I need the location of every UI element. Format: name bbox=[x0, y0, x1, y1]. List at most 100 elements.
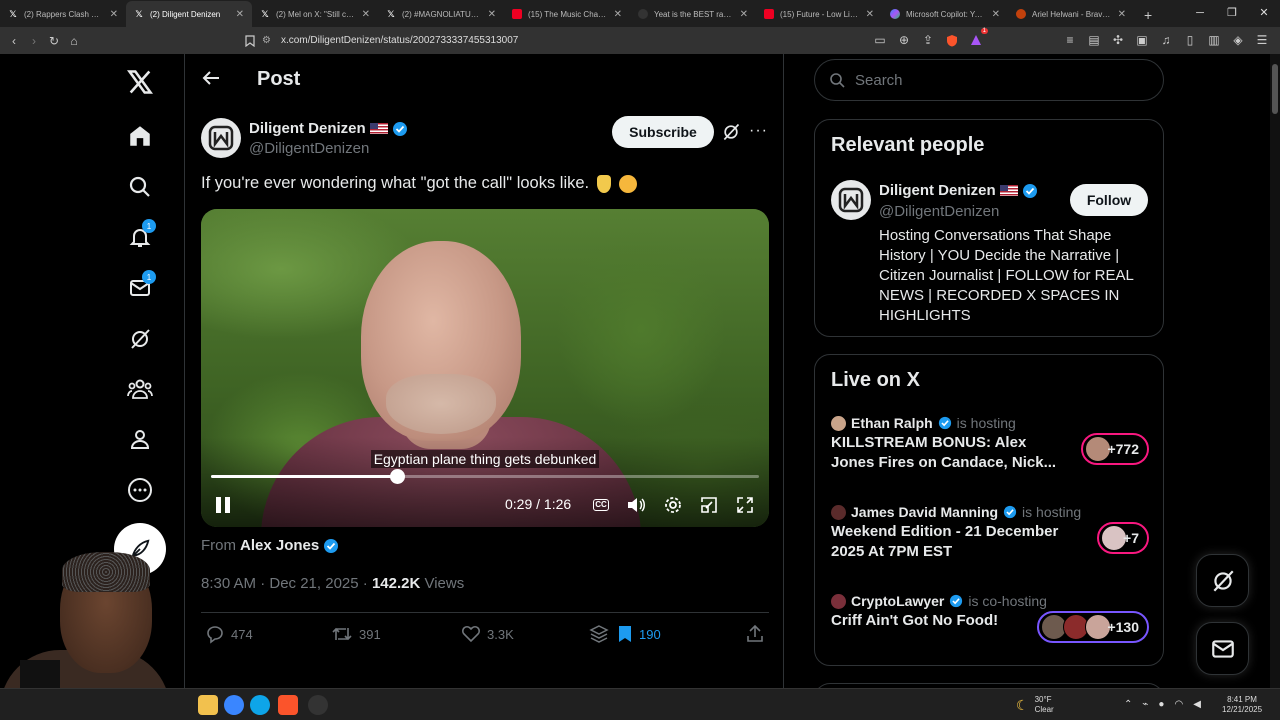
person-handle[interactable]: @DiligentDenizen bbox=[879, 203, 999, 220]
wallet2-icon[interactable]: ▥ bbox=[1204, 30, 1224, 50]
space-title[interactable]: Weekend Edition - 21 December 2025 At 7P… bbox=[831, 522, 1061, 562]
author-name[interactable]: Diligent Denizen bbox=[249, 120, 366, 137]
file-explorer-icon[interactable] bbox=[198, 695, 218, 715]
reload-icon[interactable]: ↻ bbox=[44, 31, 64, 51]
space-title[interactable]: KILLSTREAM BONUS: Alex Jones Fires on Ca… bbox=[831, 433, 1061, 473]
browser-tab[interactable]: Yeat is the BEST rapper in ✕ bbox=[630, 1, 756, 27]
host-name[interactable]: James David Manning bbox=[851, 504, 998, 520]
explore-icon[interactable] bbox=[114, 165, 166, 209]
page-scrollbar[interactable] bbox=[1270, 54, 1280, 688]
subscribe-button[interactable]: Subscribe bbox=[612, 116, 714, 148]
listeners-pill[interactable]: +772 bbox=[1081, 433, 1149, 465]
share-button[interactable] bbox=[745, 624, 765, 644]
video-progress-bar[interactable] bbox=[211, 469, 759, 484]
person-name[interactable]: Diligent Denizen bbox=[879, 182, 996, 199]
close-icon[interactable]: ✕ bbox=[1118, 9, 1126, 20]
pause-icon[interactable] bbox=[215, 497, 231, 513]
follow-button[interactable]: Follow bbox=[1070, 184, 1148, 216]
like-button[interactable]: 3.3K bbox=[461, 624, 514, 644]
scrollbar-thumb[interactable] bbox=[1272, 64, 1278, 114]
browser-tab[interactable]: 𝕏 (2) Mel on X: "Still can't be ✕ bbox=[252, 1, 378, 27]
browser-tab[interactable]: (15) The Music Channel - ✕ bbox=[504, 1, 630, 27]
home-icon[interactable] bbox=[114, 114, 166, 158]
close-icon[interactable]: ✕ bbox=[992, 9, 1000, 20]
close-icon[interactable]: ✕ bbox=[740, 9, 748, 20]
person-name-row[interactable]: Diligent Denizen bbox=[879, 182, 1038, 199]
author-handle[interactable]: @DiligentDenizen bbox=[249, 140, 369, 157]
captions-icon[interactable]: CC bbox=[591, 495, 611, 515]
volume-icon[interactable] bbox=[626, 495, 646, 515]
close-icon[interactable]: ✕ bbox=[236, 9, 244, 20]
extension-icon[interactable]: ▤ bbox=[1084, 30, 1104, 50]
messages-fab-button[interactable] bbox=[1196, 622, 1249, 675]
browser-tab[interactable]: Ariel Helwani - Brave Sear ✕ bbox=[1008, 1, 1134, 27]
brave-icon[interactable] bbox=[278, 695, 298, 715]
edge-icon[interactable] bbox=[224, 695, 244, 715]
browser-tab[interactable]: 𝕏 (2) Rappers Clash Over "F ✕ bbox=[0, 1, 126, 27]
host-name[interactable]: CryptoLawyer bbox=[851, 593, 944, 609]
system-clock[interactable]: 8:41 PM 12/21/2025 bbox=[1222, 695, 1262, 715]
settings-gear-icon[interactable] bbox=[663, 495, 683, 515]
minimize-button[interactable]: ─ bbox=[1184, 0, 1216, 27]
bookmark-page-icon[interactable] bbox=[240, 31, 260, 51]
grok-icon[interactable] bbox=[114, 317, 166, 361]
space-title[interactable]: Criff Ain't Got No Food! bbox=[831, 611, 1061, 631]
new-tab-button[interactable]: + bbox=[1134, 7, 1162, 27]
close-icon[interactable]: ✕ bbox=[866, 9, 874, 20]
grok-fab-button[interactable] bbox=[1196, 554, 1249, 607]
analytics-button[interactable] bbox=[589, 624, 609, 644]
url-text[interactable]: x.com/DiligentDenizen/status/20027333374… bbox=[281, 35, 518, 46]
listeners-pill[interactable]: +130 bbox=[1037, 611, 1149, 643]
avatar[interactable] bbox=[201, 118, 241, 158]
close-icon[interactable]: ✕ bbox=[614, 9, 622, 20]
video-player[interactable]: Egyptian plane thing gets debunked 0:29 … bbox=[201, 209, 769, 527]
notifications-icon[interactable]: 1 bbox=[114, 215, 166, 259]
post-timestamp[interactable]: 8:30 AM · Dec 21, 2025 · bbox=[201, 575, 372, 592]
browser-icon[interactable] bbox=[250, 695, 270, 715]
mic-icon[interactable]: ● bbox=[1158, 699, 1164, 710]
author-name-row[interactable]: Diligent Denizen bbox=[249, 120, 408, 137]
zoom-icon[interactable]: ⊕ bbox=[894, 30, 914, 50]
forward-icon[interactable]: › bbox=[24, 31, 44, 51]
wifi-icon[interactable]: ◠ bbox=[1174, 699, 1183, 710]
vpn-icon[interactable]: ◈ bbox=[1228, 30, 1248, 50]
layers-icon[interactable]: ≡ bbox=[1060, 30, 1080, 50]
reply-button[interactable]: 474 bbox=[205, 624, 253, 644]
browser-tab[interactable]: Microsoft Copilot: Your AI ✕ bbox=[882, 1, 1008, 27]
picture-in-picture-icon[interactable] bbox=[699, 495, 719, 515]
search-input[interactable]: Search bbox=[814, 59, 1164, 101]
repost-button[interactable]: 391 bbox=[331, 624, 381, 644]
grok-icon[interactable] bbox=[721, 122, 741, 147]
network-icon[interactable]: ⌁ bbox=[1142, 699, 1148, 710]
maximize-button[interactable]: ❐ bbox=[1216, 0, 1248, 27]
volume-icon[interactable]: ◀ bbox=[1193, 699, 1201, 710]
menu-icon[interactable]: ☰ bbox=[1252, 30, 1272, 50]
avatar[interactable] bbox=[831, 180, 871, 220]
screen-icon[interactable]: ▭ bbox=[870, 30, 890, 50]
host-name[interactable]: Ethan Ralph bbox=[851, 415, 933, 431]
fullscreen-icon[interactable] bbox=[735, 495, 755, 515]
share-icon[interactable]: ⇪ bbox=[918, 30, 938, 50]
chevron-up-icon[interactable]: ⌃ bbox=[1124, 699, 1132, 710]
more-icon[interactable] bbox=[114, 468, 166, 512]
puzzle-icon[interactable]: ✣ bbox=[1108, 30, 1128, 50]
messages-icon[interactable]: 1 bbox=[114, 266, 166, 310]
close-icon[interactable]: ✕ bbox=[110, 9, 118, 20]
source-name-link[interactable]: Alex Jones bbox=[240, 537, 319, 554]
back-icon[interactable]: ‹ bbox=[4, 31, 24, 51]
sidebar-icon[interactable]: ▯ bbox=[1180, 30, 1200, 50]
wallet-icon[interactable]: ▣ bbox=[1132, 30, 1152, 50]
site-settings-icon[interactable]: ⚙ bbox=[262, 35, 271, 46]
back-arrow-icon[interactable] bbox=[201, 68, 225, 92]
profile-icon[interactable] bbox=[114, 417, 166, 461]
bookmark-button[interactable]: 190 bbox=[617, 624, 661, 644]
close-icon[interactable]: ✕ bbox=[362, 9, 370, 20]
close-window-button[interactable]: ✕ bbox=[1248, 0, 1280, 27]
listeners-pill[interactable]: +7 bbox=[1097, 522, 1149, 554]
brave-shields-icon[interactable] bbox=[942, 30, 962, 50]
browser-tab[interactable]: (15) Future - Low Life (Off ✕ bbox=[756, 1, 882, 27]
x-home-logo-icon[interactable] bbox=[114, 60, 166, 104]
more-options-icon[interactable]: ··· bbox=[749, 122, 768, 140]
close-icon[interactable]: ✕ bbox=[488, 9, 496, 20]
home-icon[interactable]: ⌂ bbox=[64, 31, 84, 51]
